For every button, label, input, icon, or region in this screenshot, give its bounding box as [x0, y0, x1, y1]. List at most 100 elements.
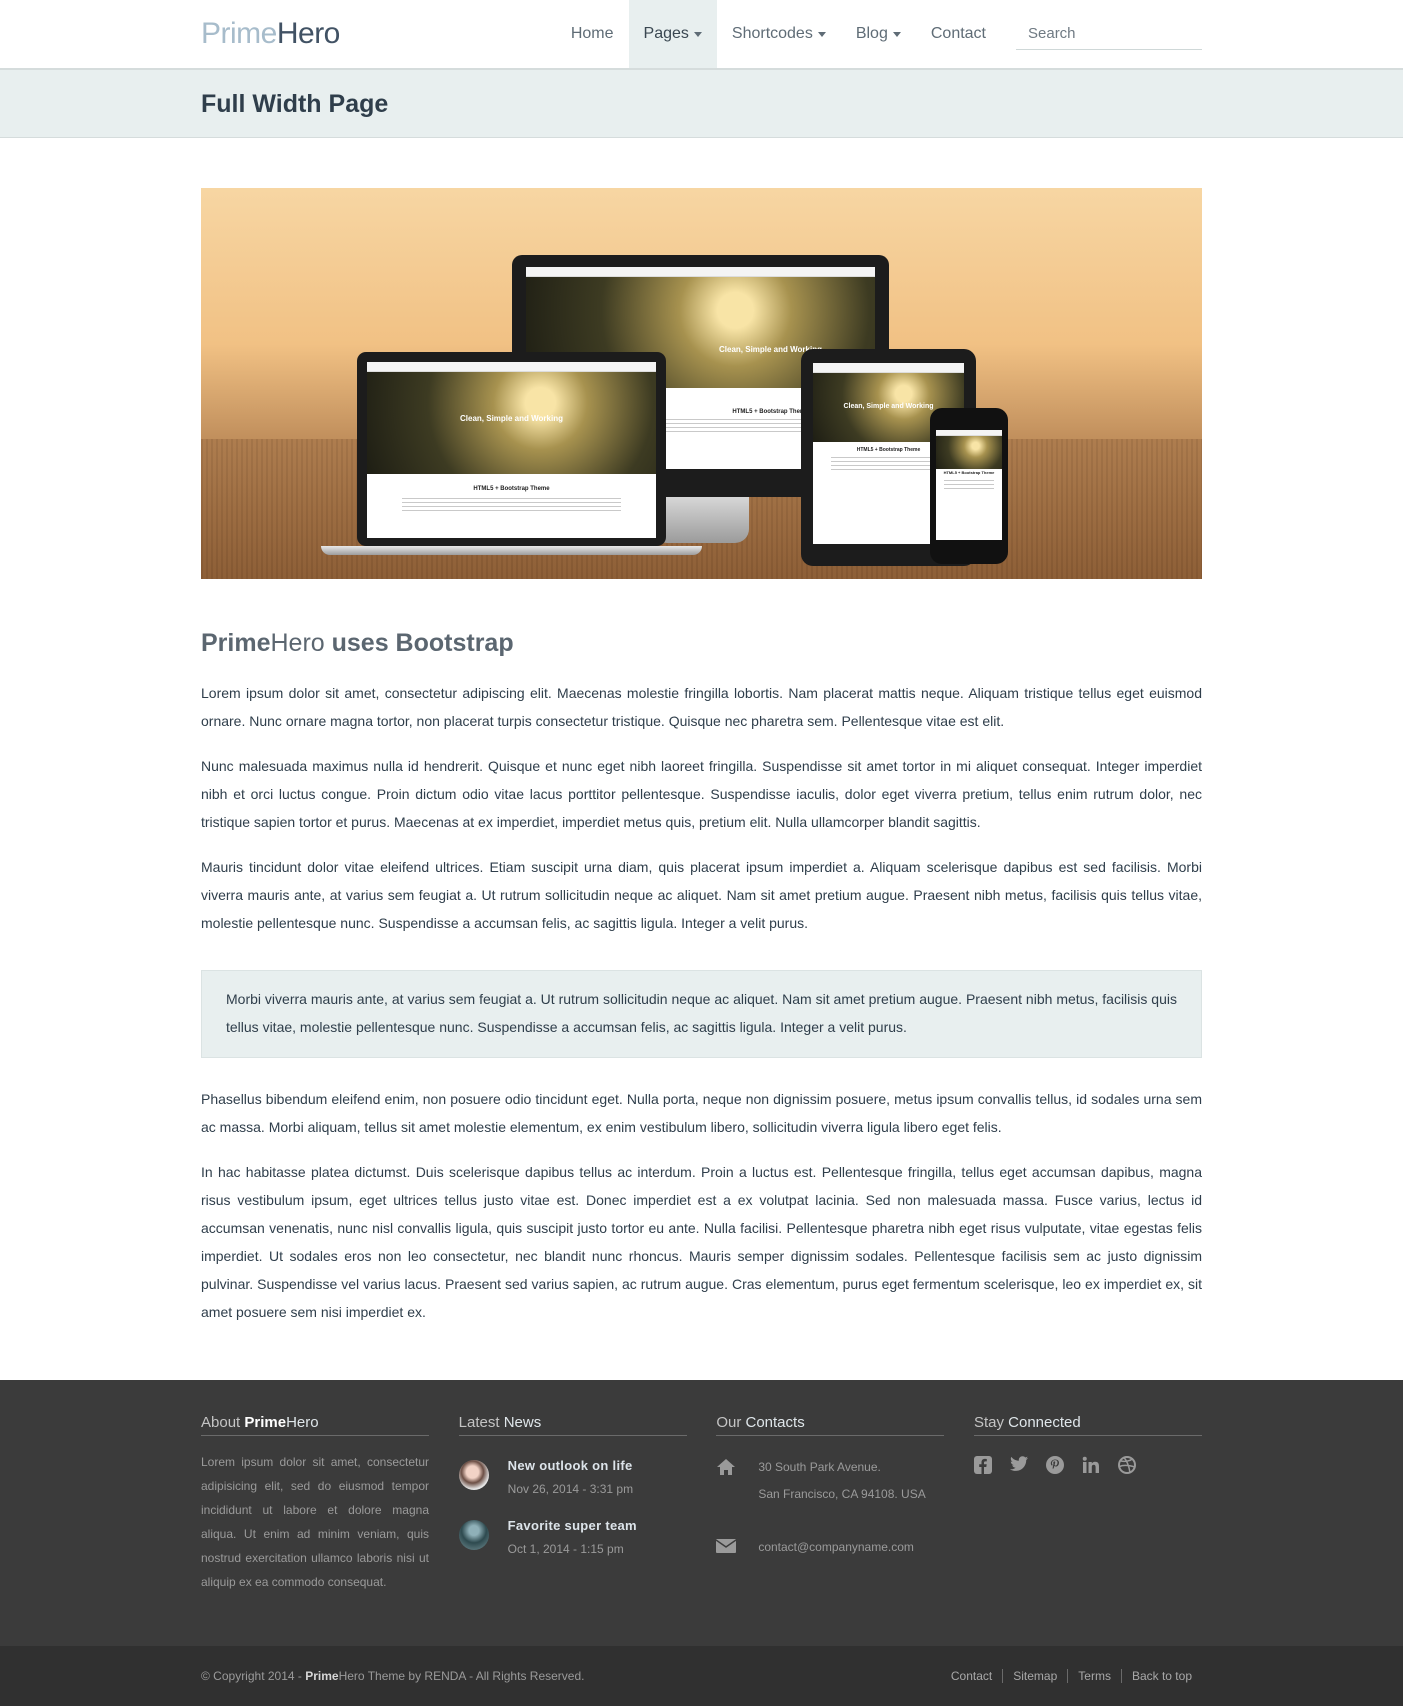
footer-about-text: Lorem ipsum dolor sit amet, consectetur …: [201, 1455, 429, 1589]
footer-about-title: About PrimeHero: [201, 1414, 429, 1436]
bottom-link-terms[interactable]: Terms: [1067, 1669, 1121, 1683]
footer-contacts-title: Our Contacts: [716, 1414, 945, 1436]
bottom-link-sitemap[interactable]: Sitemap: [1002, 1669, 1067, 1683]
nav-item-contact[interactable]: Contact: [916, 0, 1001, 68]
caret-down-icon: [693, 31, 702, 37]
heading-rest: uses Bootstrap: [324, 629, 514, 657]
news-item[interactable]: Favorite super team Oct 1, 2014 - 1:15 p…: [458, 1518, 687, 1556]
nav-item-label: Shortcodes: [731, 25, 813, 42]
news-date: Nov 26, 2014 - 3:31 pm: [507, 1482, 634, 1496]
search-input[interactable]: [1028, 24, 1190, 42]
page-title-bar: Full Width Page: [0, 70, 1403, 138]
screen-text-lines: [831, 457, 946, 471]
laptop-device: Clean, Simple and Working HTML5 + Bootst…: [357, 352, 666, 546]
title-part: Contacts: [745, 1414, 805, 1431]
title-part: Latest: [458, 1414, 504, 1431]
blockquote: Morbi viverra mauris ante, at varius sem…: [201, 970, 1202, 1058]
nav-item-label: Home: [570, 25, 614, 42]
logo-prime: Prime: [201, 17, 277, 50]
paragraph: Phasellus bibendum eleifend enim, non po…: [201, 1091, 1202, 1135]
site-logo[interactable]: PrimeHero: [201, 17, 340, 51]
paragraph: Nunc malesuada maximus nulla id hendreri…: [201, 758, 1202, 830]
laptop-caption: Clean, Simple and Working: [460, 414, 563, 423]
pinterest-icon[interactable]: [1045, 1456, 1066, 1476]
heading-hero: Hero: [270, 629, 325, 657]
title-part: Our: [716, 1414, 746, 1431]
screen-text-lines: [943, 480, 995, 490]
copyright: © Copyright 2014 - PrimeHero Theme by RE…: [201, 1669, 584, 1683]
phone-device: HTML5 + Bootstrap Theme: [930, 408, 1008, 564]
title-part: News: [503, 1414, 542, 1431]
bottom-link-contact[interactable]: Contact: [941, 1669, 1002, 1683]
paragraph: Lorem ipsum dolor sit amet, consectetur …: [201, 685, 1202, 729]
screen-navbar: [813, 363, 964, 373]
social-icons: [973, 1456, 1202, 1476]
title-part: Stay: [973, 1414, 1009, 1431]
nav-item-label: Blog: [855, 25, 888, 42]
bottom-link-back-to-top[interactable]: Back to top: [1120, 1669, 1202, 1683]
bottom-bar: © Copyright 2014 - PrimeHero Theme by RE…: [0, 1646, 1403, 1706]
navbar: PrimeHero Home Pages Shortcodes Blog Con…: [0, 0, 1403, 70]
heading-prime: Prime: [201, 629, 271, 657]
nav-item-label: Pages: [643, 25, 689, 42]
nav-item-blog[interactable]: Blog: [841, 0, 916, 68]
bottom-links: Contact Sitemap Terms Back to top: [941, 1669, 1202, 1683]
news-date: Oct 1, 2014 - 1:15 pm: [507, 1542, 624, 1556]
main-nav: Home Pages Shortcodes Blog Contact: [556, 0, 1001, 68]
footer-contacts: Our Contacts 30 South Park Avenue. San F…: [715, 1414, 945, 1594]
nav-item-label: Contact: [930, 25, 986, 42]
logo-hero: Hero: [276, 17, 341, 50]
footer-news-title: Latest News: [458, 1414, 687, 1436]
news-title[interactable]: New outlook on life: [508, 1458, 633, 1473]
envelope-icon: [715, 1538, 738, 1558]
search-box: [1016, 19, 1202, 50]
paragraph: In hac habitasse platea dictumst. Duis s…: [201, 1164, 1202, 1320]
laptop-subtitle: HTML5 + Bootstrap Theme: [473, 486, 550, 492]
footer: About PrimeHero Lorem ipsum dolor sit am…: [0, 1380, 1403, 1646]
phone-screen: HTML5 + Bootstrap Theme: [936, 430, 1002, 540]
twitter-icon[interactable]: [1009, 1456, 1030, 1476]
laptop-base: [321, 546, 702, 555]
title-part: Prime: [244, 1414, 287, 1431]
page-title: Full Width Page: [201, 89, 389, 118]
contact-address: 30 South Park Avenue. San Francisco, CA …: [716, 1458, 944, 1508]
footer-social-title: Stay Connected: [973, 1414, 1202, 1436]
footer-news: Latest News New outlook on life Nov 26, …: [458, 1414, 687, 1594]
copyright-part: © Copyright 2014 -: [201, 1669, 306, 1683]
blockquote-text: Morbi viverra mauris ante, at varius sem…: [226, 991, 1177, 1035]
linkedin-icon[interactable]: [1082, 1456, 1102, 1476]
desktop-stand: [653, 497, 749, 543]
screen-navbar: [367, 362, 656, 372]
title-part: About: [201, 1414, 245, 1431]
screen-navbar: [526, 267, 875, 277]
screen-text-lines: [401, 498, 622, 512]
news-item[interactable]: New outlook on life Nov 26, 2014 - 3:31 …: [458, 1458, 687, 1496]
title-part: Connected: [1008, 1414, 1081, 1431]
nav-item-pages[interactable]: Pages: [628, 0, 717, 68]
title-part: Hero: [286, 1414, 319, 1431]
screen-photo: [367, 372, 656, 475]
news-thumbnail: [458, 1520, 489, 1550]
copyright-prime: Prime: [305, 1669, 339, 1683]
email-link[interactable]: contact@companyname.com: [758, 1534, 914, 1561]
screen-photo: [936, 436, 1002, 469]
dribbble-icon[interactable]: [1117, 1456, 1138, 1476]
footer-social: Stay Connected: [973, 1414, 1202, 1594]
main-content: Clean, Simple and Working HTML5 + Bootst…: [201, 188, 1202, 1326]
hero-image: Clean, Simple and Working HTML5 + Bootst…: [201, 188, 1202, 579]
facebook-icon[interactable]: [973, 1456, 994, 1476]
nav-item-shortcodes[interactable]: Shortcodes: [717, 0, 841, 68]
news-title[interactable]: Favorite super team: [508, 1518, 637, 1533]
copyright-part: Hero Theme by RENDA - All Rights Reserve…: [338, 1669, 585, 1683]
paragraph: Mauris tincidunt dolor vitae eleifend ul…: [201, 859, 1202, 931]
news-thumbnail: [458, 1460, 489, 1490]
laptop-screen: Clean, Simple and Working HTML5 + Bootst…: [367, 362, 656, 538]
footer-about: About PrimeHero Lorem ipsum dolor sit am…: [201, 1414, 429, 1594]
phone-subtitle: HTML5 + Bootstrap Theme: [943, 470, 995, 475]
address-line: San Francisco, CA 94108. USA: [758, 1487, 926, 1501]
caret-down-icon: [817, 31, 826, 37]
nav-item-home[interactable]: Home: [556, 0, 629, 68]
content-heading: PrimeHero uses Bootstrap: [201, 629, 1202, 658]
contact-email: contact@companyname.com: [715, 1538, 944, 1561]
home-icon: [716, 1458, 738, 1478]
